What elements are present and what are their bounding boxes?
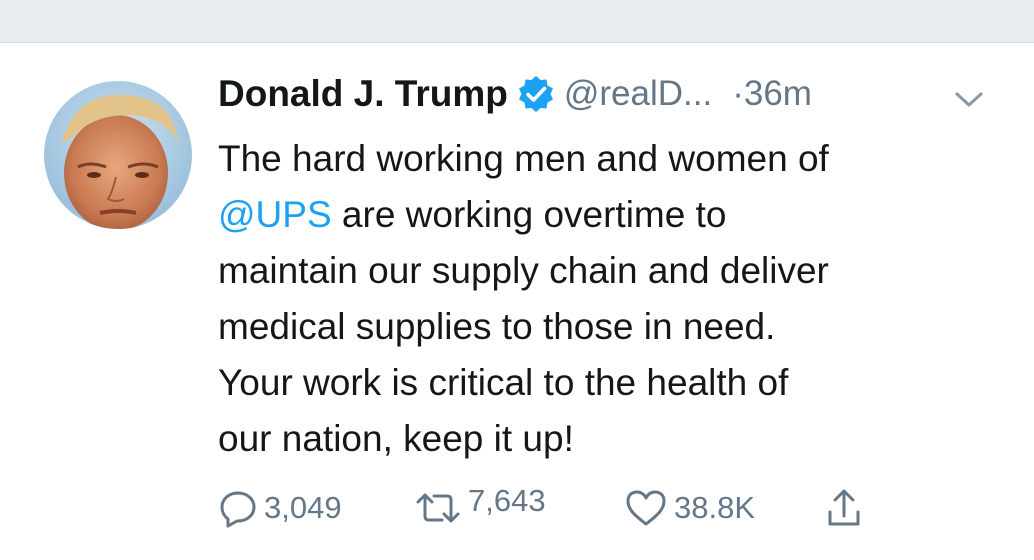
tweet-header: Donald J. Trump @realD... ·36m — [218, 73, 1018, 123]
tweet-text-line: medical supplies to those in need. — [218, 306, 776, 347]
tweet-text-line: The hard working men and women of — [218, 138, 829, 179]
author-name[interactable]: Donald J. Trump — [218, 73, 508, 114]
avatar[interactable] — [44, 81, 192, 229]
tweet-timestamp[interactable]: ·36m — [732, 74, 812, 113]
chevron-down-icon[interactable] — [952, 89, 986, 111]
tweet-text-fragment: are working overtime to — [331, 194, 727, 235]
tweet-actions: 3,049 7,643 38.8K — [0, 483, 1034, 533]
heart-icon — [626, 490, 666, 526]
tweet-text-line: maintain our supply chain and deliver — [218, 250, 829, 291]
reply-icon — [220, 491, 256, 528]
tweet-text-line: our nation, keep it up! — [218, 418, 574, 459]
mention-link[interactable]: @UPS — [218, 194, 332, 235]
reply-count: 3,049 — [264, 490, 342, 525]
verified-badge-icon — [516, 74, 556, 114]
tweet-text-line: @UPS are working overtime to — [218, 187, 1008, 243]
top-bar — [0, 0, 1034, 43]
reply-button[interactable]: 3,049 — [218, 483, 342, 533]
avatar-image — [44, 81, 192, 229]
like-count: 38.8K — [674, 490, 756, 525]
tweet-text: The hard working men and women of @UPS a… — [218, 131, 1008, 467]
author-handle[interactable]: @realD... — [564, 74, 712, 113]
retweet-button[interactable]: 7,643 — [414, 483, 546, 533]
tweet-card[interactable]: Donald J. Trump @realD... ·36m The hard w… — [0, 43, 1034, 560]
retweet-icon — [416, 493, 460, 523]
share-icon — [828, 489, 860, 526]
share-button[interactable] — [824, 483, 864, 533]
like-button[interactable]: 38.8K — [624, 483, 755, 533]
retweet-count: 7,643 — [468, 483, 546, 518]
tweet-text-line: Your work is critical to the health of — [218, 362, 789, 403]
